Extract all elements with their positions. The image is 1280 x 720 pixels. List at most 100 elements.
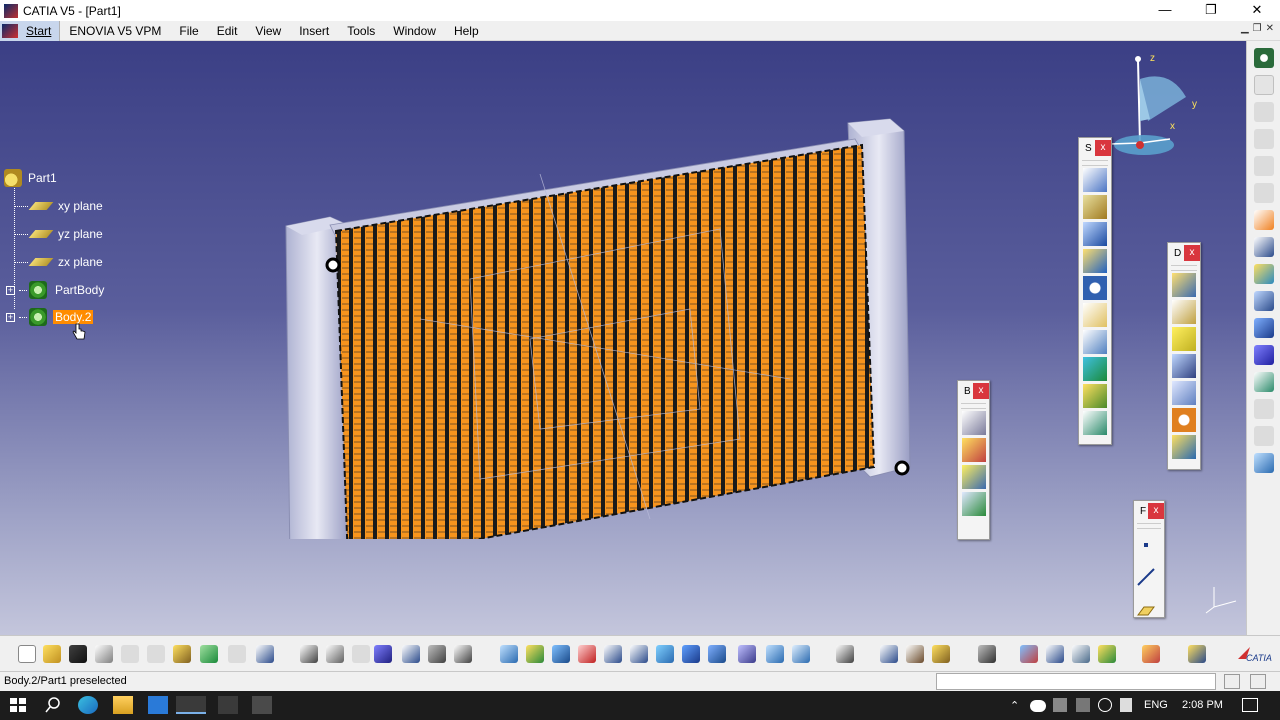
shaft-icon[interactable] — [1083, 222, 1107, 246]
add-icon[interactable] — [961, 438, 986, 462]
toolbar-close-button[interactable]: x — [1148, 503, 1164, 519]
catia-taskbar-icon[interactable] — [176, 696, 206, 714]
volume-icon[interactable] — [1120, 698, 1132, 712]
shell-icon[interactable] — [1172, 354, 1196, 378]
gear-icon[interactable] — [1253, 48, 1274, 68]
whats-this-icon[interactable] — [256, 645, 274, 663]
remove-loft-icon[interactable] — [1083, 411, 1107, 435]
redo-icon[interactable] — [228, 645, 246, 663]
menu-window[interactable]: Window — [384, 24, 445, 38]
update-icon[interactable] — [836, 645, 854, 663]
pocket-icon[interactable] — [1083, 195, 1107, 219]
status-button-right[interactable] — [1250, 674, 1266, 689]
box-icon[interactable] — [1253, 453, 1274, 473]
onedrive-icon[interactable] — [1030, 700, 1046, 712]
iso-view-icon[interactable] — [708, 645, 726, 663]
groove-icon[interactable] — [1083, 249, 1107, 273]
tree-item-partbody[interactable]: + PartBody — [6, 281, 106, 299]
status-button-left[interactable] — [1224, 674, 1240, 689]
table-icon[interactable] — [374, 645, 392, 663]
edge-fillet-icon[interactable] — [1172, 273, 1196, 297]
radiator-3d-model[interactable] — [270, 79, 930, 539]
pad-icon[interactable] — [1083, 168, 1107, 192]
menu-view[interactable]: View — [246, 24, 290, 38]
command-input[interactable] — [936, 673, 1216, 690]
multi-view-icon[interactable] — [682, 645, 700, 663]
cut-icon[interactable] — [121, 645, 139, 663]
copy-icon[interactable] — [147, 645, 165, 663]
thickness-icon[interactable] — [1172, 381, 1196, 405]
toolbar-close-button[interactable]: x — [973, 383, 989, 399]
undo-icon[interactable] — [200, 645, 218, 663]
expand-icon[interactable]: + — [6, 285, 15, 295]
chamfer-icon[interactable] — [1172, 300, 1196, 324]
hand-tool-icon[interactable] — [1142, 645, 1160, 663]
search-icon[interactable] — [43, 696, 63, 714]
rib-icon[interactable] — [1083, 303, 1107, 327]
mail-icon[interactable] — [148, 696, 168, 714]
line-icon[interactable] — [1134, 565, 1158, 589]
rect-pattern-icon[interactable] — [1253, 345, 1274, 365]
tree-root-part1[interactable]: Part1 — [4, 169, 59, 187]
edge-browser-icon[interactable] — [78, 696, 98, 714]
fly-mode-icon[interactable] — [500, 645, 518, 663]
layers-icon[interactable] — [1098, 645, 1116, 663]
loft-icon[interactable] — [1083, 384, 1107, 408]
globe-icon[interactable] — [1098, 698, 1112, 712]
expand-icon[interactable]: + — [6, 312, 15, 322]
paste-icon[interactable] — [173, 645, 191, 663]
notification-icon[interactable] — [1242, 698, 1258, 712]
maximize-button[interactable]: ❐ — [1188, 0, 1234, 21]
snap-icon[interactable] — [1253, 372, 1274, 392]
menu-help[interactable]: Help — [445, 24, 488, 38]
windows-start-icon[interactable] — [8, 696, 28, 714]
pattern-icon[interactable] — [1253, 318, 1274, 338]
toolbar-close-button[interactable]: x — [1095, 140, 1111, 156]
floating-toolbar-dress-up[interactable]: D x — [1167, 242, 1201, 470]
pan-icon[interactable] — [552, 645, 570, 663]
stiffener-icon[interactable] — [1083, 357, 1107, 381]
sketcher-icon[interactable] — [1253, 237, 1274, 257]
compass-icon[interactable]: z y x — [1100, 49, 1210, 179]
measure-between-icon[interactable] — [880, 645, 898, 663]
file-explorer-icon[interactable] — [113, 696, 133, 714]
tree-item-zx-plane[interactable]: zx plane — [14, 255, 105, 269]
catalog-icon[interactable] — [428, 645, 446, 663]
plane-tool-icon[interactable] — [1253, 264, 1274, 284]
remove-face-icon[interactable] — [1172, 435, 1196, 459]
app-tray-icon[interactable] — [1053, 698, 1067, 712]
hole-icon[interactable] — [1083, 276, 1107, 300]
app-taskbar-icon[interactable] — [252, 696, 272, 714]
start-menu[interactable]: Start — [0, 20, 61, 41]
tree-item-xy-plane[interactable]: xy plane — [14, 199, 105, 213]
doc-close-button[interactable]: ✕ — [1266, 23, 1274, 34]
floating-toolbar-reference[interactable]: F x — [1133, 500, 1165, 618]
tray-chevron-icon[interactable]: ⌃ — [1010, 699, 1019, 712]
language-indicator[interactable]: ENG — [1144, 699, 1168, 711]
measure-inertia-icon[interactable] — [932, 645, 950, 663]
hierarchy-icon[interactable] — [402, 645, 420, 663]
analysis-icon[interactable] — [1072, 645, 1090, 663]
slot-icon[interactable] — [1083, 330, 1107, 354]
rotate-icon[interactable] — [578, 645, 596, 663]
menu-file[interactable]: File — [170, 24, 207, 38]
stack-icon[interactable] — [1188, 645, 1206, 663]
menu-enovia[interactable]: ENOVIA V5 VPM — [60, 24, 170, 38]
doc-minimize-button[interactable]: ▁ — [1241, 23, 1249, 34]
wireframe-icon[interactable] — [1046, 645, 1064, 663]
fit-all-icon[interactable] — [526, 645, 544, 663]
minimize-button[interactable]: — — [1142, 0, 1188, 21]
floating-toolbar-boolean[interactable]: B x — [957, 380, 990, 540]
point-icon[interactable] — [1134, 533, 1158, 557]
intersect-icon[interactable] — [961, 465, 986, 489]
clock[interactable]: 2:08 PM — [1182, 699, 1223, 711]
annotation-icon[interactable] — [326, 645, 344, 663]
close-button[interactable]: ✕ — [1234, 0, 1280, 21]
3d-viewport[interactable]: Part1 xy plane yz plane zx plane + PartB… — [0, 41, 1246, 635]
apply-material-icon[interactable] — [1020, 645, 1038, 663]
swap-space-icon[interactable] — [792, 645, 810, 663]
doc-restore-button[interactable]: ❐ — [1253, 23, 1262, 34]
zoom-in-icon[interactable] — [604, 645, 622, 663]
new-icon[interactable] — [18, 645, 36, 663]
search-icon[interactable] — [454, 645, 472, 663]
